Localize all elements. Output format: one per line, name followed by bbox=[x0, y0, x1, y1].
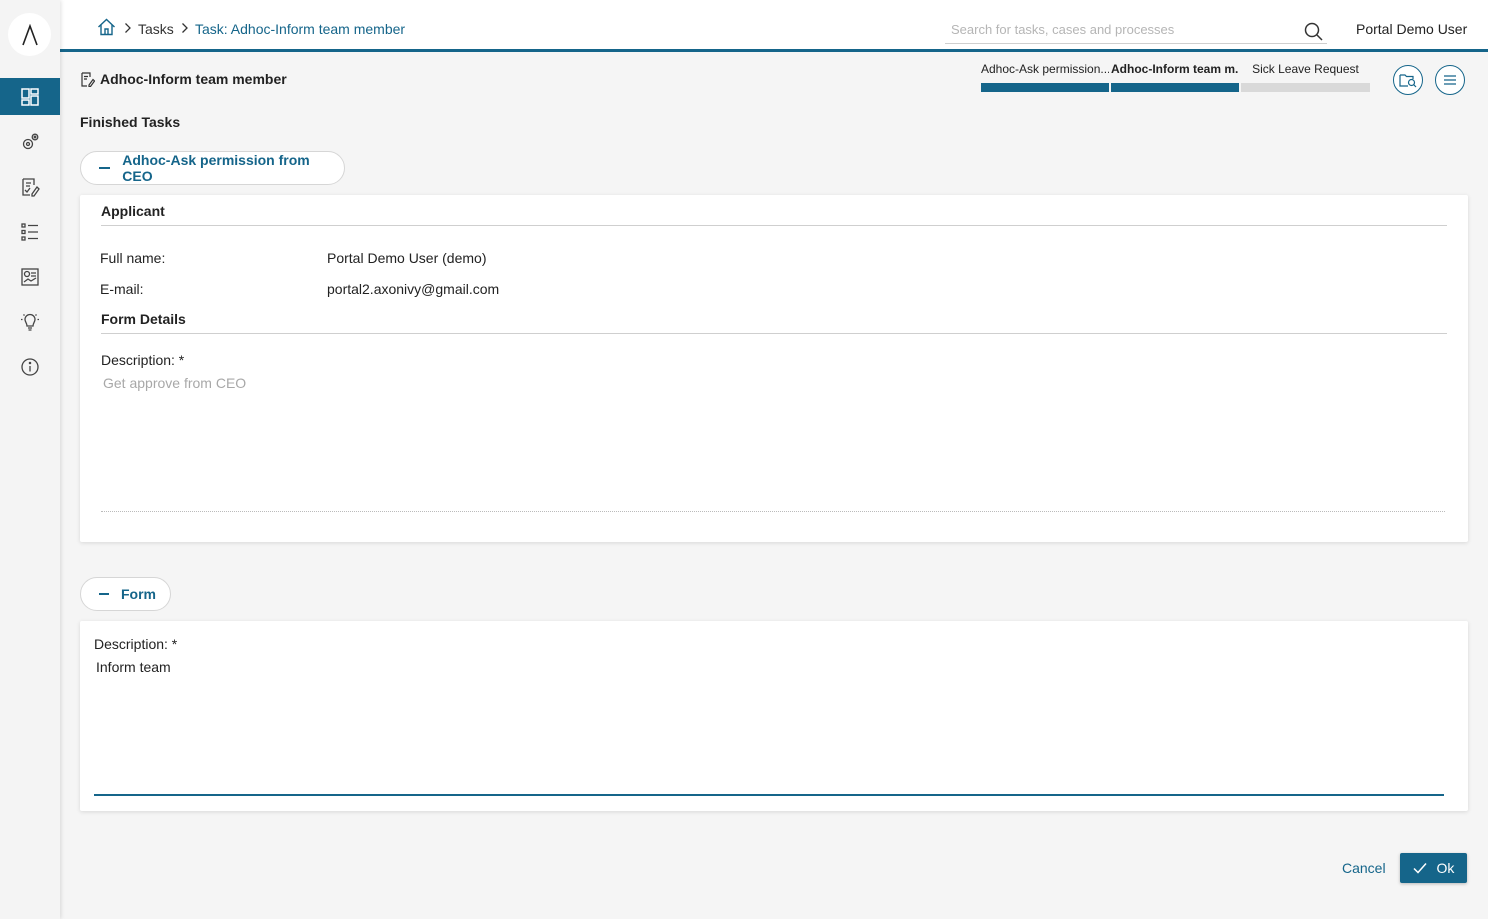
sidebar bbox=[0, 0, 60, 919]
lightbulb-icon bbox=[20, 312, 40, 332]
process-step-bar bbox=[1111, 83, 1239, 92]
sidebar-item-statistics[interactable] bbox=[0, 258, 60, 295]
sidebar-item-processes[interactable] bbox=[0, 123, 60, 160]
description-label: Description: * bbox=[94, 636, 178, 652]
description-textarea[interactable]: Inform team bbox=[94, 657, 1444, 796]
breadcrumb-home[interactable] bbox=[97, 18, 116, 36]
finished-description-label: Description: * bbox=[101, 352, 185, 368]
form-panel-label: Form bbox=[121, 586, 156, 602]
cases-list-icon bbox=[20, 222, 40, 242]
finished-task-panel-toggle[interactable]: Adhoc-Ask permission from CEO bbox=[80, 151, 345, 185]
processes-gear-icon bbox=[20, 132, 40, 152]
process-step-label: Sick Leave Request bbox=[1252, 62, 1359, 76]
divider bbox=[101, 225, 1447, 226]
sidebar-item-tasks[interactable] bbox=[0, 168, 60, 205]
form-details-heading: Form Details bbox=[101, 311, 186, 327]
task-menu-button[interactable] bbox=[1435, 65, 1465, 95]
finished-task-card: Applicant Full name: Portal Demo User (d… bbox=[80, 195, 1468, 542]
process-step-3: Sick Leave Request bbox=[1241, 62, 1370, 92]
ok-button[interactable]: Ok bbox=[1400, 853, 1467, 883]
email-value: portal2.axonivy@gmail.com bbox=[327, 281, 500, 297]
cancel-button[interactable]: Cancel bbox=[1342, 860, 1386, 876]
tasks-icon bbox=[20, 177, 40, 197]
case-details-icon bbox=[1399, 72, 1417, 88]
full-name-label: Full name: bbox=[100, 250, 166, 266]
sidebar-item-about[interactable] bbox=[0, 348, 60, 385]
global-search bbox=[945, 16, 1327, 44]
page-title: Adhoc-Inform team member bbox=[100, 71, 287, 87]
breadcrumb-tasks[interactable]: Tasks bbox=[138, 21, 174, 37]
task-detail-page: Adhoc-Inform team member Adhoc-Ask permi… bbox=[60, 55, 1488, 919]
check-icon bbox=[1413, 862, 1427, 874]
case-details-button[interactable] bbox=[1393, 65, 1423, 95]
process-step-label: Adhoc-Ask permission... bbox=[981, 62, 1109, 76]
sidebar-item-ideas[interactable] bbox=[0, 303, 60, 340]
breadcrumb-separator-icon bbox=[181, 22, 189, 34]
task-title-row: Adhoc-Inform team member bbox=[80, 71, 287, 87]
collapse-icon bbox=[99, 167, 111, 169]
top-bar: Tasks Task: Adhoc-Inform team member Por… bbox=[60, 0, 1488, 52]
search-input[interactable] bbox=[945, 16, 1285, 37]
process-step-bar bbox=[981, 83, 1109, 92]
finished-tasks-heading: Finished Tasks bbox=[80, 114, 181, 130]
process-step-1: Adhoc-Ask permission... bbox=[981, 62, 1109, 92]
process-step-2: Adhoc-Inform team m... bbox=[1111, 62, 1239, 92]
email-label: E-mail: bbox=[100, 281, 144, 297]
home-icon bbox=[97, 18, 116, 36]
breadcrumb-current-task: Task: Adhoc-Inform team member bbox=[195, 21, 406, 37]
task-edit-icon bbox=[80, 71, 95, 87]
full-name-value: Portal Demo User (demo) bbox=[327, 250, 487, 266]
divider bbox=[101, 333, 1447, 334]
statistics-icon bbox=[20, 267, 40, 287]
search-icon[interactable] bbox=[1304, 22, 1323, 41]
dashboard-icon bbox=[20, 87, 40, 107]
finished-description-textarea: Get approve from CEO bbox=[101, 373, 1445, 512]
user-menu[interactable]: Portal Demo User bbox=[1356, 21, 1467, 37]
ok-label: Ok bbox=[1436, 860, 1455, 876]
process-step-label: Adhoc-Inform team m... bbox=[1111, 62, 1239, 76]
info-icon bbox=[20, 357, 40, 377]
breadcrumb-separator-icon bbox=[124, 22, 132, 34]
finished-task-panel-label: Adhoc-Ask permission from CEO bbox=[122, 152, 310, 184]
process-steps: Adhoc-Ask permission... Adhoc-Inform tea… bbox=[981, 62, 1370, 92]
axon-ivy-logo[interactable] bbox=[8, 13, 51, 56]
process-step-bar bbox=[1241, 83, 1370, 92]
applicant-heading: Applicant bbox=[101, 203, 165, 219]
form-card: Description: * Inform team bbox=[80, 621, 1468, 811]
collapse-icon bbox=[99, 593, 109, 595]
form-panel-toggle[interactable]: Form bbox=[80, 577, 171, 611]
sidebar-item-dashboard[interactable] bbox=[0, 78, 60, 115]
menu-icon bbox=[1443, 74, 1457, 86]
sidebar-item-cases[interactable] bbox=[0, 213, 60, 250]
